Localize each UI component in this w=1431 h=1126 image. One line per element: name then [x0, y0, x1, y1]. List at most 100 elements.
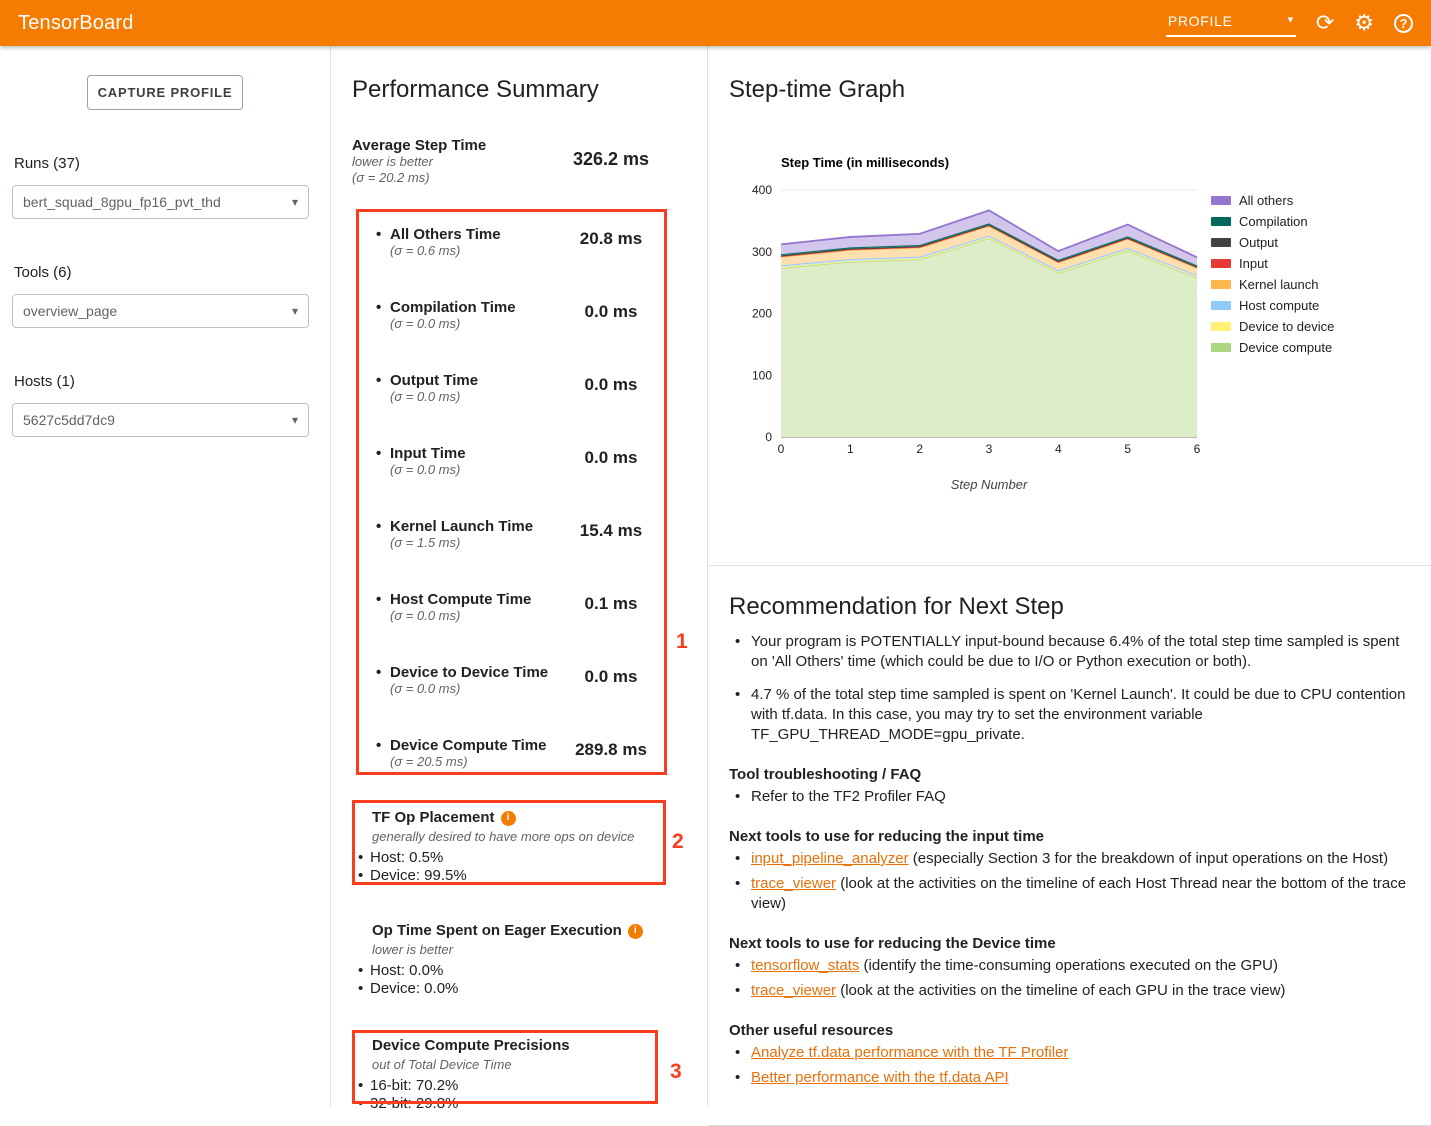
step-time-chart: 01002003004000123456Step Time (in millis… [729, 150, 1209, 495]
recommendation-link[interactable]: Better performance with the tf.data API [751, 1069, 1009, 1086]
performance-summary-title: Performance Summary [352, 76, 707, 104]
block-subtitle: lower is better [372, 942, 707, 958]
metric-name: Compilation Time [390, 299, 516, 316]
metric-name: Device to Device Time [390, 664, 548, 681]
recommendation-list: input_pipeline_analyzer (especially Sect… [729, 849, 1407, 914]
svg-text:300: 300 [752, 245, 772, 259]
block-title: Device Compute Precisions [372, 1038, 707, 1054]
recommendation-text: (look at the activities on the timeline … [836, 982, 1285, 999]
metric-row: • Input Time (σ = 0.0 ms) 0.0 ms [352, 431, 707, 504]
legend-swatch-icon [1211, 322, 1231, 331]
info-glyph: i [634, 923, 637, 939]
recommendation-link[interactable]: Analyze tf.data performance with the TF … [751, 1044, 1068, 1061]
tools-select[interactable]: overview_page ▾ [12, 294, 309, 328]
recommendation-item: trace_viewer (look at the activities on … [729, 981, 1407, 1001]
bullet-icon: • [376, 445, 390, 462]
chevron-down-icon: ▾ [292, 196, 298, 208]
tf-op-placement-block: TF Op Placement i generally desired to h… [352, 798, 707, 885]
metric-name: All Others Time [390, 226, 501, 243]
average-step-time-row: Average Step Time lower is better (σ = 2… [352, 137, 707, 187]
metric-row: • Kernel Launch Time (σ = 1.5 ms) 15.4 m… [352, 504, 707, 577]
recommendation-text: (look at the activities on the timeline … [751, 875, 1406, 912]
performance-summary-panel: Performance Summary Average Step Time lo… [332, 46, 708, 1106]
metric-row: • Output Time (σ = 0.0 ms) 0.0 ms [352, 358, 707, 431]
metric-value: 0.1 ms [556, 594, 666, 614]
metric-name: Average Step Time [352, 137, 486, 154]
settings-gear-icon[interactable]: ⚙ [1354, 12, 1374, 34]
legend-item: Device compute [1211, 337, 1334, 358]
recommendation-text: Refer to the TF2 Profiler FAQ [751, 788, 946, 805]
recommendation-title: Recommendation for Next Step [729, 593, 1407, 621]
runs-select-value: bert_squad_8gpu_fp16_pvt_thd [23, 194, 221, 210]
recommendation-text: (especially Section 3 for the breakdown … [909, 850, 1388, 867]
bullet-icon: • [376, 591, 390, 608]
recommendation-item: Analyze tf.data performance with the TF … [729, 1043, 1407, 1063]
metric-list: • All Others Time (σ = 0.6 ms) 20.8 ms •… [352, 212, 707, 796]
legend-swatch-icon [1211, 301, 1231, 310]
info-icon[interactable]: i [628, 924, 643, 939]
recommendation-link[interactable]: trace_viewer [751, 982, 836, 999]
recommendation-list: tensorflow_stats (identify the time-cons… [729, 956, 1407, 1001]
legend-swatch-icon [1211, 238, 1231, 247]
chevron-down-icon: ▾ [1288, 15, 1294, 26]
svg-text:Step Number: Step Number [951, 477, 1028, 492]
recommendation-item: Refer to the TF2 Profiler FAQ [729, 787, 1407, 807]
legend-label: Input [1239, 256, 1268, 271]
metric-sigma: (σ = 0.0 ms) [390, 316, 516, 332]
metric-sigma: (σ = 0.0 ms) [390, 389, 478, 405]
recommendation-item: tensorflow_stats (identify the time-cons… [729, 956, 1407, 976]
info-icon[interactable]: i [501, 811, 516, 826]
block-title-text: TF Op Placement [372, 810, 495, 826]
legend-label: Host compute [1239, 298, 1319, 313]
list-item: 32-bit: 29.8% [358, 1095, 707, 1113]
svg-text:6: 6 [1194, 442, 1201, 456]
dashboard-select[interactable]: PROFILE ▾ [1166, 10, 1296, 37]
metric-name: Output Time [390, 372, 478, 389]
list-item: Device: 99.5% [358, 867, 707, 885]
recommendation-list: Analyze tf.data performance with the TF … [729, 1043, 1407, 1088]
list-item: 16-bit: 70.2% [358, 1077, 707, 1095]
metric-sigma: (σ = 0.6 ms) [390, 243, 501, 259]
bullet-icon: • [376, 518, 390, 535]
svg-text:1: 1 [847, 442, 854, 456]
bullet-icon: • [376, 299, 390, 316]
svg-text:Step Time (in milliseconds): Step Time (in milliseconds) [781, 155, 949, 170]
legend-label: Compilation [1239, 214, 1308, 229]
block-subtitle: out of Total Device Time [372, 1057, 707, 1073]
metric-value: 0.0 ms [556, 302, 666, 322]
header-controls: PROFILE ▾ ⟳ ⚙ ? [1166, 10, 1413, 37]
recommendation-subheading: Next tools to use for reducing the input… [729, 828, 1407, 845]
metric-note: lower is better [352, 154, 486, 170]
metric-value: 20.8 ms [556, 229, 666, 249]
recommendation-link[interactable]: tensorflow_stats [751, 957, 859, 974]
svg-text:400: 400 [752, 183, 772, 197]
annotation-number-2: 2 [672, 830, 684, 854]
legend-label: All others [1239, 193, 1293, 208]
step-time-graph-section: Step-time Graph 01002003004000123456Step… [709, 76, 1431, 566]
metric-sigma: (σ = 1.5 ms) [390, 535, 533, 551]
chevron-down-icon: ▾ [292, 414, 298, 426]
bullet-icon: • [376, 226, 390, 243]
help-icon[interactable]: ? [1394, 14, 1413, 33]
recommendation-subsections: Tool troubleshooting / FAQRefer to the T… [729, 766, 1407, 1088]
tensorboard-profile-page: TensorBoard PROFILE ▾ ⟳ ⚙ ? CAPTURE PROF… [0, 0, 1431, 1106]
block-title: TF Op Placement i [372, 810, 707, 826]
hosts-select[interactable]: 5627c5dd7dc9 ▾ [12, 403, 309, 437]
app-title: TensorBoard [18, 12, 134, 35]
refresh-icon[interactable]: ⟳ [1316, 12, 1334, 34]
recommendation-link[interactable]: trace_viewer [751, 875, 836, 892]
block-subtitle: generally desired to have more ops on de… [372, 829, 707, 845]
capture-profile-button[interactable]: CAPTURE PROFILE [87, 75, 243, 110]
recommendation-item: Your program is POTENTIALLY input-bound … [729, 632, 1407, 672]
block-title-text: Device Compute Precisions [372, 1038, 570, 1054]
legend-item: Output [1211, 232, 1334, 253]
legend-swatch-icon [1211, 280, 1231, 289]
metric-sigma: (σ = 0.0 ms) [390, 462, 466, 478]
runs-select[interactable]: bert_squad_8gpu_fp16_pvt_thd ▾ [12, 185, 309, 219]
metric-value: 0.0 ms [556, 667, 666, 687]
svg-text:5: 5 [1124, 442, 1131, 456]
recommendation-link[interactable]: input_pipeline_analyzer [751, 850, 909, 867]
legend-label: Device to device [1239, 319, 1334, 334]
metric-sigma: (σ = 0.0 ms) [390, 681, 548, 697]
legend-swatch-icon [1211, 343, 1231, 352]
